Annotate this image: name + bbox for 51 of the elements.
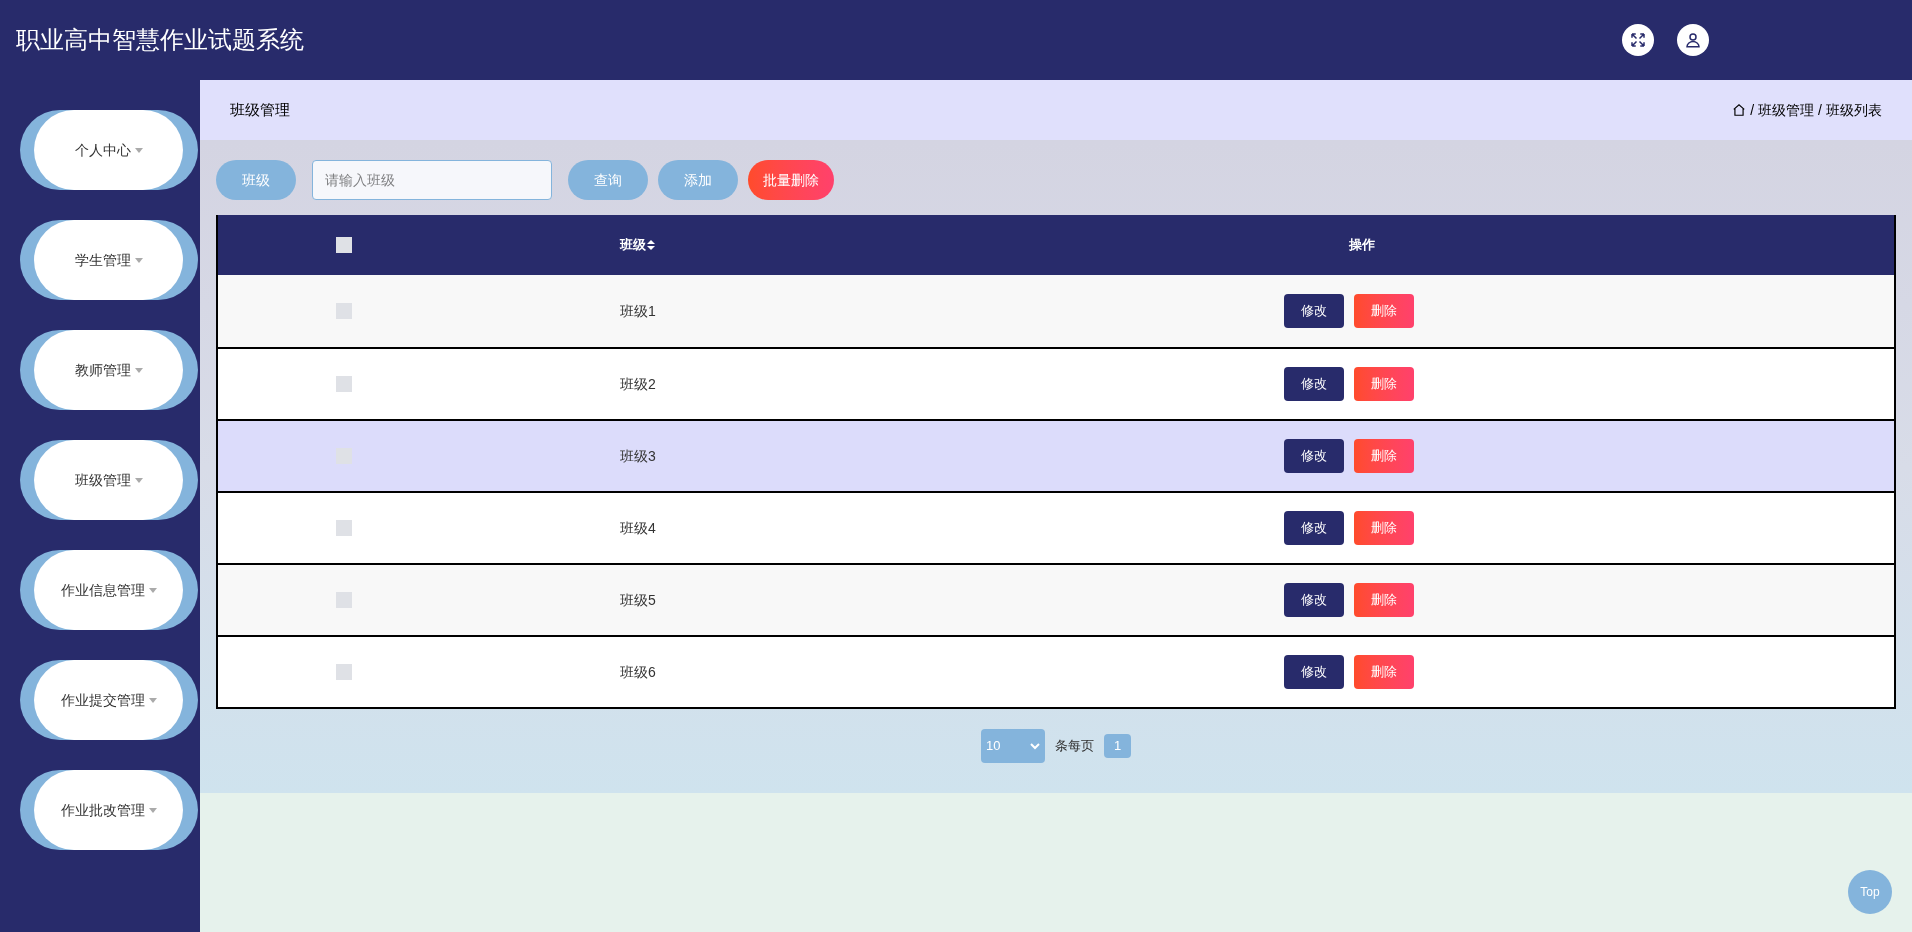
sort-icon[interactable] xyxy=(647,240,655,250)
page-title: 班级管理 xyxy=(230,99,290,120)
table-cell-text: 班级1 xyxy=(620,301,657,321)
edit-button[interactable]: 修改 xyxy=(1284,655,1344,689)
column-header[interactable]: 班级 xyxy=(620,235,820,255)
edit-button[interactable]: 修改 xyxy=(1284,583,1344,617)
sidebar-item[interactable]: 教师管理 xyxy=(20,330,198,410)
breadcrumb-separator: / xyxy=(1750,100,1755,120)
breadcrumb-separator: / xyxy=(1818,100,1822,120)
row-checkbox[interactable] xyxy=(336,592,352,608)
chevron-down-icon xyxy=(1030,742,1040,750)
edit-button[interactable]: 修改 xyxy=(1284,367,1344,401)
table-row[interactable]: 班级1 修改 删除 xyxy=(218,275,1894,347)
table-cell-text: 班级4 xyxy=(620,518,657,538)
table-cell-text: 班级2 xyxy=(620,374,657,394)
sidebar-item[interactable]: 作业提交管理 xyxy=(20,660,198,740)
sidebar-item[interactable]: 班级管理 xyxy=(20,440,198,520)
home-icon[interactable] xyxy=(1732,103,1747,117)
field-label: 班级 xyxy=(216,160,296,200)
breadcrumb-item[interactable]: 班级管理 xyxy=(1758,99,1815,121)
row-checkbox[interactable] xyxy=(336,520,352,536)
table-cell-text: 班级3 xyxy=(620,446,657,466)
app-title: 职业高中智慧作业试题系统 xyxy=(16,25,304,55)
edit-button[interactable]: 修改 xyxy=(1284,294,1344,328)
caret-icon xyxy=(134,257,143,263)
sidebar-item[interactable]: 学生管理 xyxy=(20,220,198,300)
caret-icon xyxy=(148,587,157,593)
column-header: 操作 xyxy=(1349,236,1375,255)
per-page-label: 条每页 xyxy=(1055,737,1094,756)
caret-icon xyxy=(148,697,157,703)
caret-icon xyxy=(134,147,143,153)
caret-icon xyxy=(134,477,143,483)
user-icon[interactable] xyxy=(1677,24,1709,56)
row-checkbox[interactable] xyxy=(336,664,352,680)
sidebar-item[interactable]: 个人中心 xyxy=(20,110,198,190)
row-checkbox[interactable] xyxy=(336,376,352,392)
edit-button[interactable]: 修改 xyxy=(1284,511,1344,545)
select-all-checkbox[interactable] xyxy=(336,237,352,253)
table-cell-text: 班级6 xyxy=(620,662,657,682)
row-checkbox[interactable] xyxy=(336,303,352,319)
table-cell-text: 班级5 xyxy=(620,590,657,610)
caret-icon xyxy=(148,807,157,813)
caret-icon xyxy=(134,367,143,373)
table-row[interactable]: 班级5 修改 删除 xyxy=(218,563,1894,635)
search-field[interactable]: 请输入班级 xyxy=(312,160,552,200)
fullscreen-icon[interactable] xyxy=(1622,24,1654,56)
edit-button[interactable]: 修改 xyxy=(1284,439,1344,473)
breadcrumb-item: 班级列表 xyxy=(1826,100,1882,120)
sidebar-item[interactable]: 作业批改管理 xyxy=(20,770,198,850)
sidebar-item[interactable]: 作业信息管理 xyxy=(20,550,198,630)
table-row[interactable]: 班级3 修改 删除 xyxy=(218,419,1894,491)
